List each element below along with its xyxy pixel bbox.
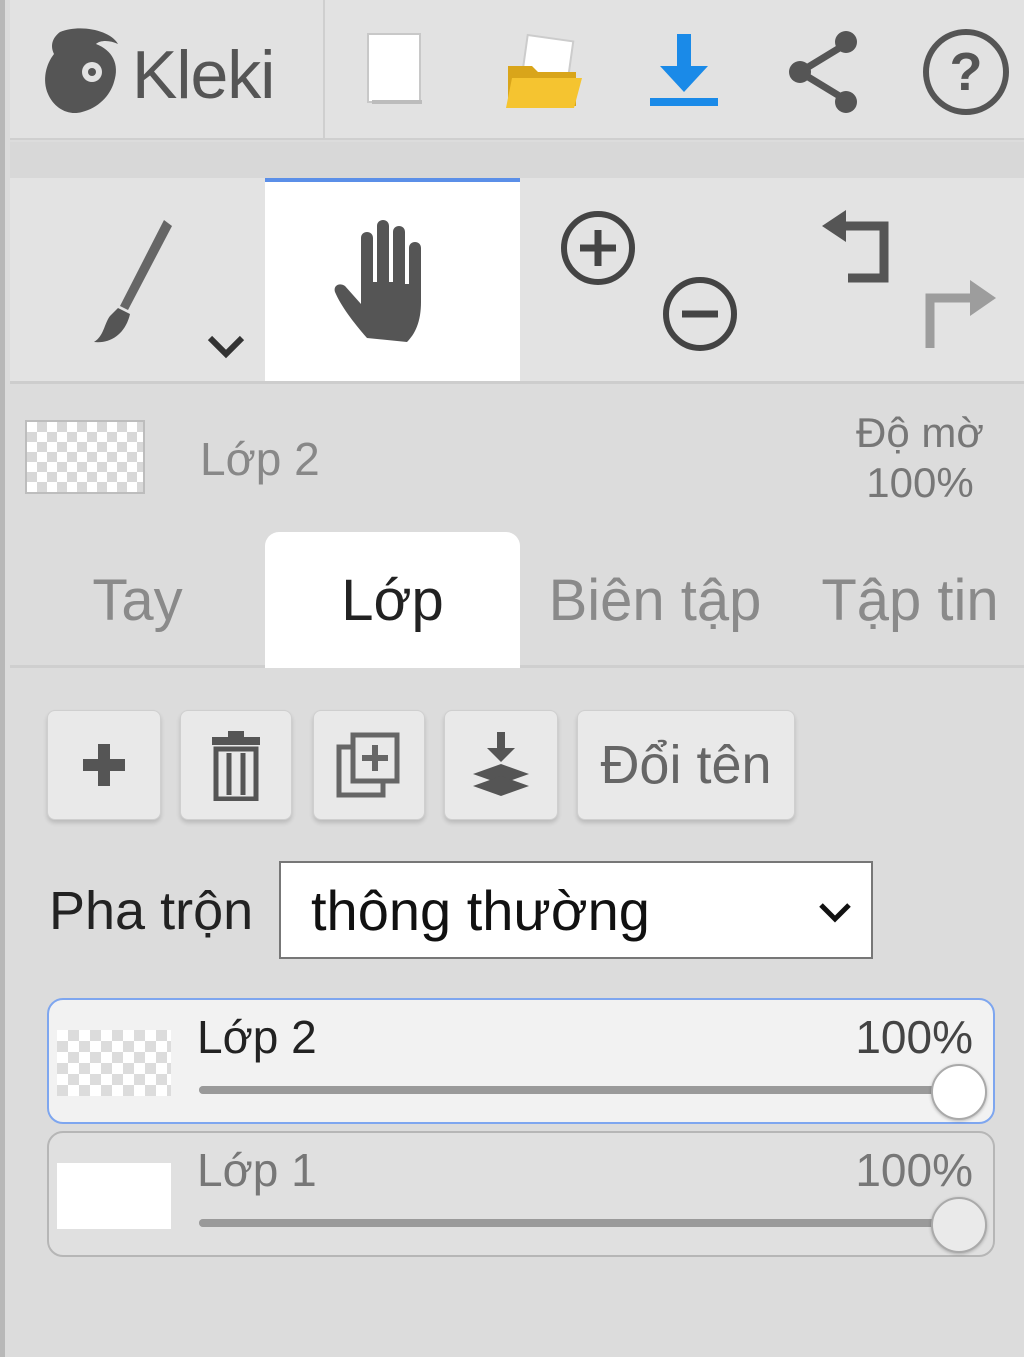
chevron-down-icon [819,903,851,923]
merge-down-button[interactable] [444,710,558,820]
layer-item-1[interactable]: Lớp 1 100% [47,1131,995,1257]
panel-tabs: Tay Lớp Biên tập Tập tin [10,532,1024,668]
layer-opacity-slider[interactable] [199,1219,959,1227]
tab-layers[interactable]: Lớp [265,532,520,668]
zoom-out-icon[interactable] [660,274,740,354]
current-layer-thumbnail [25,420,145,494]
app-name: Kleki [132,37,275,113]
blend-mode-value: thông thường [311,878,650,942]
brush-icon [94,220,172,343]
layer-opacity-slider[interactable] [199,1086,959,1094]
delete-layer-button[interactable] [180,710,292,820]
layer-opacity-handle[interactable] [931,1197,987,1253]
rename-layer-button[interactable]: Đổi tên [577,710,795,820]
add-layer-button[interactable] [47,710,161,820]
toolbar-spacer [10,142,1024,178]
blend-mode-select[interactable]: thông thường [279,861,873,959]
duplicate-layer-button[interactable] [313,710,425,820]
tab-file[interactable]: Tập tin [795,532,1024,668]
layer-opacity: 100% [855,1011,973,1063]
opacity-label: Độ mờ [856,409,984,456]
trash-icon [212,731,260,801]
layer-item-2[interactable]: Lớp 2 100% [47,998,995,1124]
folder-open-icon[interactable] [502,26,584,116]
current-layer-name: Lớp 2 [200,433,320,485]
zoom-in-icon[interactable] [558,208,638,288]
layer-name: Lớp 2 [197,1011,317,1063]
layer-name: Lớp 1 [197,1144,317,1196]
kleki-logo-icon [45,28,118,114]
rename-label: Đổi tên [600,735,772,795]
layer-opacity: 100% [855,1144,973,1196]
layer-thumbnail [57,1163,171,1229]
svg-text:?: ? [950,42,983,102]
tab-edit[interactable]: Biên tập [525,532,785,668]
layer-opacity-fill [199,1219,959,1227]
kleki-logo[interactable]: Kleki [10,0,325,140]
share-icon[interactable] [784,26,864,116]
redo-icon[interactable] [916,272,1000,356]
merge-down-icon [473,732,529,796]
layer-thumbnail [57,1030,171,1096]
tab-hand[interactable]: Tay [10,532,265,668]
undo-icon[interactable] [818,208,898,288]
chevron-down-icon[interactable] [206,332,246,360]
plus-icon [83,744,125,786]
tool-row [10,178,1024,384]
blend-mode-label: Pha trộn [49,881,254,941]
zoom-controls [540,178,760,381]
new-file-icon[interactable] [362,26,426,108]
hand-tool[interactable] [265,178,520,381]
top-toolbar: Kleki ? [10,0,1024,140]
history-controls [780,178,1020,381]
download-icon[interactable] [646,26,722,110]
brush-tool[interactable] [10,178,265,381]
help-icon[interactable]: ? [920,26,1012,118]
layer-opacity-handle[interactable] [931,1064,987,1120]
current-layer-opacity[interactable]: Độ mờ 100% [825,408,1015,508]
sidebar-panel: Kleki ? Lớp 2 Độ mờ 100% Tay Lớp Biên tậ… [0,0,1024,1357]
hand-icon [334,220,421,342]
duplicate-icon [336,732,400,798]
layer-opacity-fill [199,1086,959,1094]
opacity-value: 100% [866,459,974,506]
